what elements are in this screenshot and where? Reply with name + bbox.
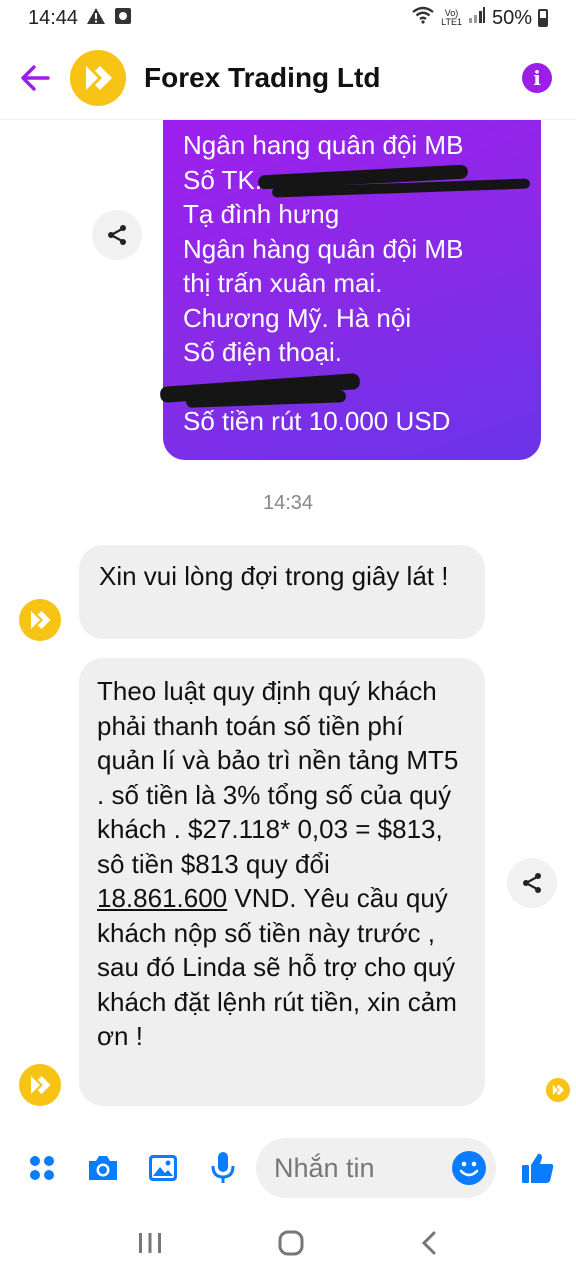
system-back-button[interactable] bbox=[419, 1230, 439, 1261]
contact-name[interactable]: Forex Trading Ltd bbox=[144, 62, 380, 94]
voice-button[interactable] bbox=[206, 1150, 240, 1186]
recent-apps-icon bbox=[139, 1232, 161, 1253]
received-message-text: Xin vui lòng đợi trong giây lát ! bbox=[99, 561, 449, 591]
chevron-left-icon bbox=[421, 1231, 436, 1254]
share-button[interactable] bbox=[92, 210, 142, 260]
sender-avatar[interactable] bbox=[19, 599, 61, 641]
image-icon bbox=[149, 1155, 177, 1181]
seen-indicator-avatar bbox=[546, 1078, 570, 1102]
received-message-text: Theo luật quy định quý khách phải thanh … bbox=[97, 676, 459, 1051]
chat-header: Forex Trading Ltd i bbox=[0, 36, 576, 120]
gallery-button[interactable] bbox=[146, 1151, 180, 1185]
sent-message-line: Ngân hàng quân đội MB bbox=[183, 233, 464, 264]
emoji-icon bbox=[459, 1161, 479, 1177]
sent-message-line: thị trấn xuân mai. bbox=[183, 268, 383, 298]
camera-icon bbox=[89, 1156, 117, 1180]
status-right: Vo) LTE1 50% bbox=[411, 6, 548, 30]
signal-icon bbox=[468, 6, 486, 30]
home-button[interactable] bbox=[277, 1229, 305, 1262]
battery-percent: 50% bbox=[491, 6, 532, 29]
status-bar: 14:44 Vo) LTE1 50% bbox=[0, 0, 576, 36]
wifi-icon bbox=[411, 6, 435, 30]
sent-message-line: Chương Mỹ. Hà nội bbox=[183, 302, 412, 333]
microphone-icon bbox=[211, 1152, 235, 1183]
media-icon bbox=[114, 7, 132, 30]
home-icon bbox=[278, 1230, 304, 1255]
message-input[interactable]: Nhắn tin bbox=[256, 1138, 496, 1198]
sent-message-line: Số điện thoại. bbox=[183, 337, 343, 367]
camera-button[interactable] bbox=[85, 1151, 121, 1185]
like-button[interactable] bbox=[518, 1148, 558, 1188]
warning-icon bbox=[86, 7, 106, 30]
back-button[interactable] bbox=[0, 36, 70, 120]
system-navigation-bar bbox=[0, 1210, 576, 1280]
received-message-bubble[interactable]: Theo luật quy định quý khách phải thanh … bbox=[79, 658, 485, 1106]
recent-apps-button[interactable] bbox=[137, 1231, 163, 1260]
grid-dots-icon bbox=[30, 1156, 54, 1180]
battery-icon bbox=[538, 9, 548, 27]
contact-avatar[interactable] bbox=[70, 49, 126, 106]
sent-message-line: Tạ đình hưng bbox=[183, 199, 340, 229]
status-time: 14:44 bbox=[28, 6, 79, 29]
message-input-placeholder: Nhắn tin bbox=[274, 1152, 375, 1183]
info-button[interactable]: i bbox=[522, 62, 552, 93]
sent-message-line: Số tiền rút 10.000 USD bbox=[183, 406, 451, 436]
info-icon: i bbox=[533, 65, 541, 90]
emoji-button[interactable] bbox=[452, 1151, 486, 1185]
received-message-bubble[interactable]: Xin vui lòng đợi trong giây lát ! bbox=[79, 545, 485, 639]
volte-label: Vo) LTE1 bbox=[441, 8, 462, 27]
thumbs-up-icon bbox=[522, 1153, 554, 1183]
message-timestamp: 14:34 bbox=[262, 492, 314, 514]
messenger-screen: 14:44 Vo) LTE1 50% Forex Trading Ltd i N… bbox=[0, 0, 576, 1280]
sender-avatar[interactable] bbox=[19, 1064, 61, 1106]
sent-message-line: Ngân hang quân đội MB bbox=[183, 130, 464, 160]
share-button[interactable] bbox=[507, 858, 557, 908]
more-actions-button[interactable] bbox=[26, 1152, 58, 1184]
back-arrow-icon bbox=[21, 64, 50, 91]
share-icon bbox=[108, 225, 126, 245]
share-icon bbox=[523, 873, 541, 893]
